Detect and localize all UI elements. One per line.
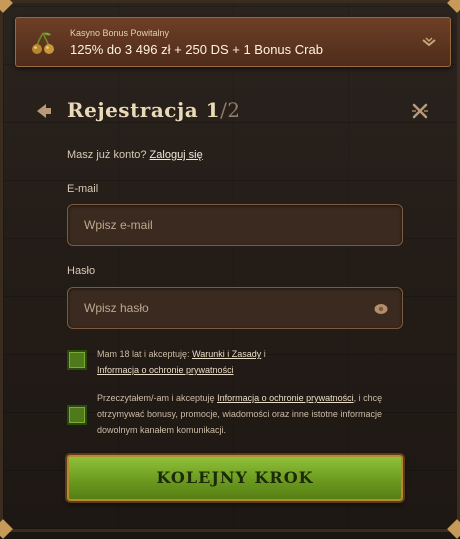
corner-ornament [0,0,13,13]
chevron-down-icon[interactable] [420,34,438,52]
login-link[interactable]: Zaloguj się [150,149,203,161]
privacy-link[interactable]: Informacja o ochronie prywatności [97,365,234,375]
email-field[interactable] [68,205,402,245]
registration-modal: Kasyno Bonus Powitalny 125% do 3 496 zł … [0,0,460,539]
login-prompt-text: Masz już konto? [67,149,147,161]
corner-ornament [0,519,13,539]
corner-ornament [447,0,460,13]
age-terms-text: Mam 18 lat i akceptuję: Warunki i Zasady… [97,346,397,378]
eye-icon[interactable] [374,303,388,315]
title-step: /2 [220,98,241,122]
marketing-consent-checkbox[interactable] [67,405,87,425]
title-main: Rejestracja 1 [67,98,221,122]
password-label: Hasło [67,265,96,277]
close-icon[interactable] [411,102,429,120]
page-title: Rejestracja 1/2 [67,98,241,122]
corner-ornament [447,519,460,539]
password-field-box [67,287,403,329]
next-step-button[interactable]: KOLEJNY KROK [67,455,403,501]
email-field-box [67,204,403,246]
back-arrow-icon[interactable] [35,102,53,120]
welcome-bonus-banner[interactable]: Kasyno Bonus Powitalny 125% do 3 496 zł … [15,17,451,67]
age-terms-mid: i [263,349,266,359]
login-prompt: Masz już konto? Zaloguj się [67,149,203,161]
marketing-consent-text: Przeczytałem/-am i akceptuję Informacja … [97,390,397,438]
marketing-prefix: Przeczytałem/-am i akceptuję [97,393,215,403]
marketing-privacy-link[interactable]: Informacja o ochronie prywatności [217,393,354,403]
bonus-offer-text: 125% do 3 496 zł + 250 DS + 1 Bonus Crab [70,42,323,57]
bonus-label: Kasyno Bonus Powitalny [70,28,170,38]
terms-link[interactable]: Warunki i Zasady [192,349,261,359]
cherry-icon [32,32,54,54]
email-label: E-mail [67,183,99,195]
password-field[interactable] [68,288,402,328]
age-terms-checkbox[interactable] [67,350,87,370]
age-terms-prefix: Mam 18 lat i akceptuję: [97,349,190,359]
